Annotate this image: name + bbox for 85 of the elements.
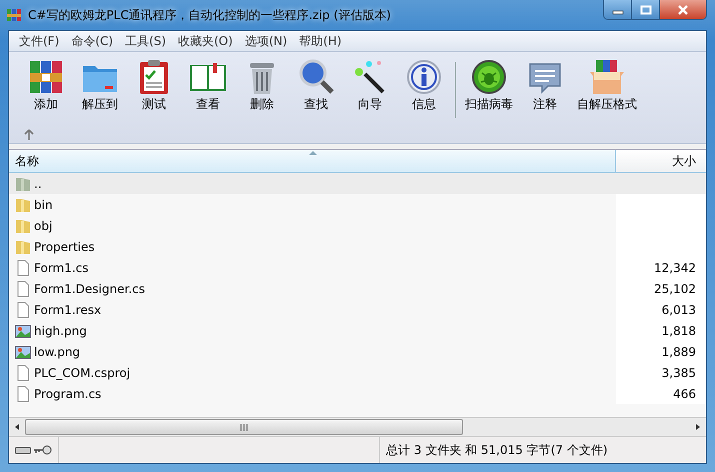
file-row[interactable]: Program.cs 466 xyxy=(9,383,706,404)
menu-item[interactable]: 命令(C) xyxy=(65,32,120,50)
toolbar-button[interactable]: 查看 xyxy=(181,58,235,113)
file-name: low.png xyxy=(34,344,80,358)
folder-icon xyxy=(83,66,117,92)
file-size: 3,385 xyxy=(662,366,696,380)
file-row[interactable]: high.png 1,818 xyxy=(9,320,706,341)
file-icon xyxy=(18,280,29,296)
image-icon xyxy=(15,324,31,338)
scroll-left-icon[interactable] xyxy=(13,423,21,431)
folder-icon xyxy=(16,220,30,232)
file-size: 25,102 xyxy=(654,282,696,296)
window-title: C#写的欧姆龙PLC通讯程序，自动化控制的一些程序.zip (评估版本) xyxy=(28,6,391,24)
menu-item[interactable]: 收藏夹(O) xyxy=(172,32,239,50)
toolbar-button[interactable]: 向导 xyxy=(343,58,397,113)
file-size: 466 xyxy=(673,386,696,400)
minimize-button[interactable] xyxy=(604,0,632,19)
maximize-button[interactable] xyxy=(632,0,660,19)
file-name: Program.cs xyxy=(34,386,102,400)
bug-icon xyxy=(472,60,506,94)
file-row[interactable]: PLC_COM.csproj 3,385 xyxy=(9,362,706,383)
toolbar-button[interactable]: 添加 xyxy=(19,58,73,113)
key-icon xyxy=(34,445,52,455)
clipboard-icon xyxy=(140,60,168,94)
file-size: 1,889 xyxy=(662,344,696,358)
file-name: Form1.resx xyxy=(34,302,102,316)
file-name: .. xyxy=(34,176,42,190)
toolbar-button[interactable]: 测试 xyxy=(127,58,181,113)
file-icon xyxy=(18,260,29,276)
status-text: 总计 3 文件夹 和 51,015 字节(7 个文件) xyxy=(385,442,609,458)
grip-icon xyxy=(240,424,248,430)
file-row[interactable]: Properties xyxy=(9,236,706,257)
file-name: PLC_COM.csproj xyxy=(34,366,130,380)
trash-icon xyxy=(250,63,274,94)
close-button[interactable] xyxy=(660,0,706,19)
toolbar-button[interactable]: 扫描病毒 xyxy=(460,58,518,113)
file-name: obj xyxy=(34,218,52,232)
folder-icon xyxy=(16,198,30,212)
parent-folder-icon xyxy=(16,178,30,190)
file-icon xyxy=(18,364,29,380)
file-row[interactable]: low.png 1,889 xyxy=(9,341,706,362)
magic-wand-icon xyxy=(355,61,384,94)
file-size: 12,342 xyxy=(654,260,696,274)
close-icon xyxy=(677,4,689,14)
books-icon xyxy=(30,61,62,93)
speech-bubble-icon xyxy=(529,63,561,94)
book-icon xyxy=(190,63,226,91)
column-header[interactable]: 名称 xyxy=(9,150,616,172)
sort-arrow-icon xyxy=(309,150,317,155)
file-name: Form1.cs xyxy=(34,260,89,274)
file-row[interactable]: Form1.cs 12,342 xyxy=(9,257,706,278)
horizontal-scrollbar[interactable] xyxy=(9,417,706,436)
scroll-right-icon[interactable] xyxy=(694,423,702,431)
file-name: high.png xyxy=(34,324,87,338)
file-row[interactable]: Form1.Designer.cs 25,102 xyxy=(9,278,706,299)
toolbar-button[interactable]: 解压到 xyxy=(73,58,127,113)
file-icon xyxy=(18,386,29,402)
drive-icon xyxy=(15,445,31,455)
search-icon xyxy=(300,60,334,94)
column-header[interactable]: 大小 xyxy=(616,150,706,172)
file-row[interactable]: obj xyxy=(9,215,706,236)
toolbar-button[interactable]: 查找 xyxy=(289,58,343,113)
up-arrow-icon[interactable] xyxy=(23,129,35,141)
menu-item[interactable]: 帮助(H) xyxy=(293,32,348,50)
file-name: Properties xyxy=(34,240,95,254)
file-name: bin xyxy=(34,198,53,212)
toolbar-button[interactable]: 信息 xyxy=(397,58,451,113)
toolbar-button[interactable]: 删除 xyxy=(235,58,289,113)
file-row[interactable]: Form1.resx 6,013 xyxy=(9,299,706,320)
file-icon xyxy=(18,302,29,318)
toolbar-button[interactable]: 注释 xyxy=(518,58,572,113)
toolbar-button[interactable]: 自解压格式 xyxy=(572,58,642,113)
file-size: 6,013 xyxy=(662,302,696,316)
app-icon xyxy=(6,7,22,23)
info-icon xyxy=(407,60,441,94)
menu-item[interactable]: 工具(S) xyxy=(119,32,172,50)
box-icon xyxy=(590,60,624,94)
file-size: 1,818 xyxy=(662,324,696,338)
file-name: Form1.Designer.cs xyxy=(34,282,145,296)
image-icon xyxy=(15,346,31,358)
folder-icon xyxy=(16,240,30,254)
menu-item[interactable]: 选项(N) xyxy=(238,32,294,50)
menu-item[interactable]: 文件(F) xyxy=(13,32,66,50)
maximize-icon xyxy=(640,4,652,14)
file-row[interactable]: bin xyxy=(9,194,706,215)
